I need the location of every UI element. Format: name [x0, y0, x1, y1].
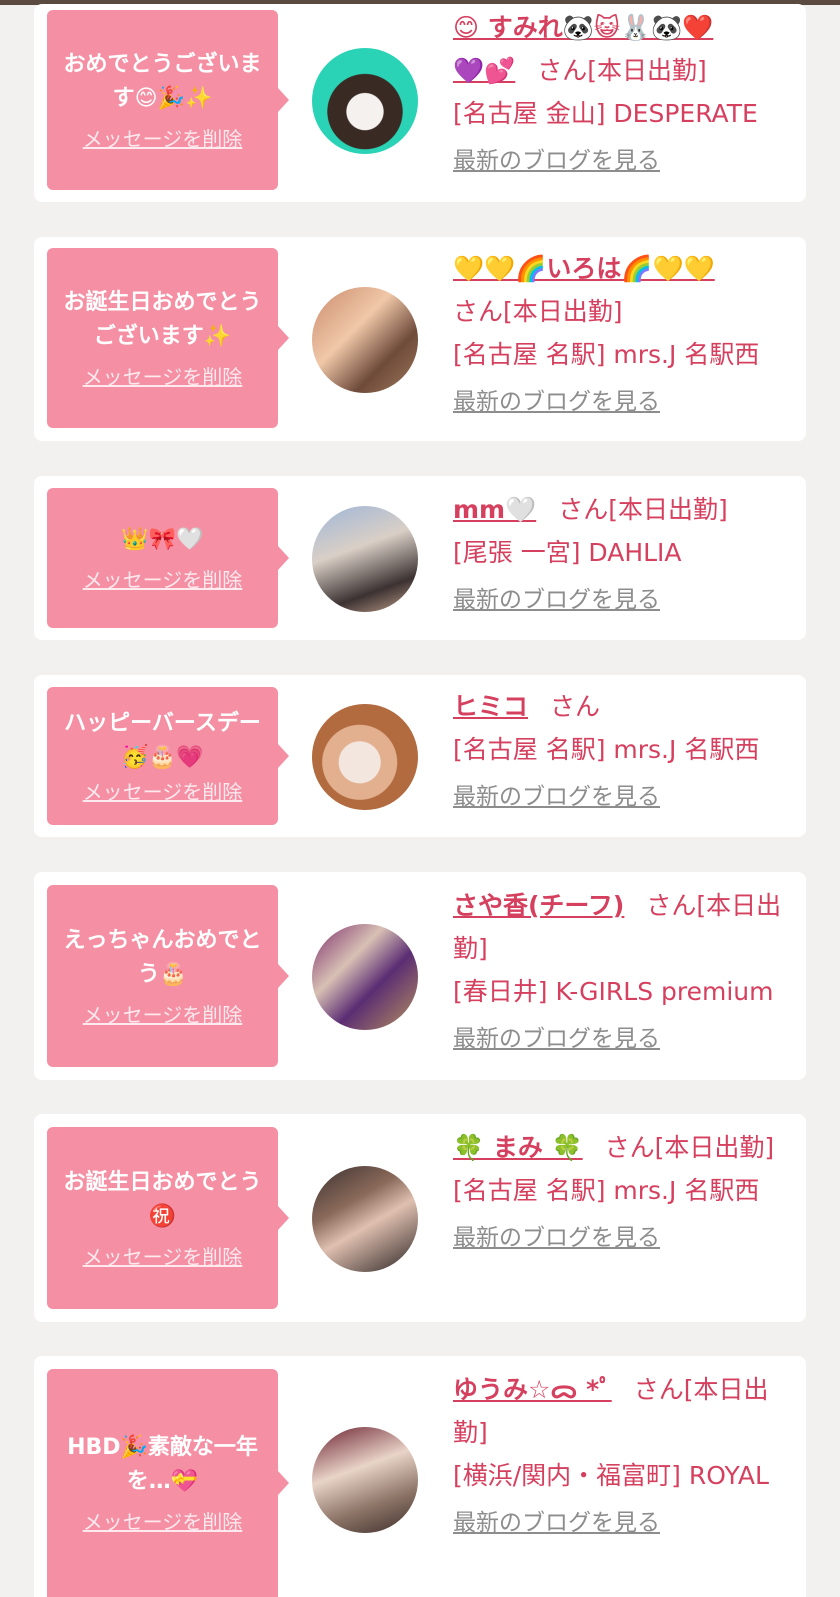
profile-name-link[interactable]: 💛💛🌈いろは🌈💛💛 [453, 254, 715, 283]
shop-text: [尾張 一宮] DAHLIA [453, 538, 682, 567]
profile-name-link[interactable]: 😊 すみれ🐼😺🐰🐼❤️ [453, 13, 713, 42]
message-card: えっちゃんおめでとう🎂 メッセージを削除 さや香(チーフ) さん[本日出勤] [春… [34, 872, 806, 1080]
message-bubble: 👑🎀🤍 メッセージを削除 [47, 488, 289, 628]
avatar[interactable] [312, 704, 418, 810]
message-card: 👑🎀🤍 メッセージを削除 mm🤍 さん[本日出勤] [尾張 一宮] DAHLIA … [34, 476, 806, 640]
shop-text: [名古屋 金山] DESPERATE [453, 99, 758, 128]
latest-blog-link[interactable]: 最新のブログを見る [453, 580, 660, 620]
message-bubble: お誕生日おめでとう㊗️ メッセージを削除 [47, 1127, 289, 1309]
message-bubble: おめでとうございます😊🎉✨ メッセージを削除 [47, 10, 289, 190]
delete-message-link[interactable]: メッセージを削除 [83, 779, 243, 805]
message-text: 👑🎀🤍 [121, 527, 204, 552]
profile-name-link[interactable]: 🍀 まみ 🍀 [453, 1133, 583, 1162]
shop-text: [名古屋 名駅] mrs.J 名駅西 [453, 340, 760, 369]
latest-blog-link[interactable]: 最新のブログを見る [453, 382, 660, 422]
delete-message-link[interactable]: メッセージを削除 [83, 364, 243, 390]
delete-message-link[interactable]: メッセージを削除 [83, 1509, 243, 1535]
message-text: おめでとうございます😊🎉✨ [63, 52, 262, 111]
status-text: さん[本日出勤] [558, 495, 728, 524]
message-bubble: ハッピーバースデー🥳🎂💗 メッセージを削除 [47, 687, 289, 825]
avatar[interactable] [312, 1427, 418, 1533]
status-text: さん[本日出勤] [453, 297, 623, 326]
message-text: お誕生日おめでとう㊗️ [63, 1170, 262, 1229]
message-bubble: えっちゃんおめでとう🎂 メッセージを削除 [47, 885, 289, 1067]
avatar[interactable] [312, 287, 418, 393]
avatar[interactable] [312, 1166, 418, 1272]
profile-name-link[interactable]: mm🤍 [453, 495, 536, 524]
latest-blog-link[interactable]: 最新のブログを見る [453, 1218, 660, 1258]
latest-blog-link[interactable]: 最新のブログを見る [453, 777, 660, 817]
profile-name-link[interactable]: ゆうみ☆ᯅ *ﾟ [453, 1375, 612, 1404]
profile-name-link[interactable]: さや香(チーフ) [453, 891, 624, 920]
message-card: HBD🎉素敵な一年を…💝 メッセージを削除 ゆうみ☆ᯅ *ﾟ さん[本日出勤] [… [34, 1356, 806, 1597]
message-bubble: お誕生日おめでとうございます✨ メッセージを削除 [47, 248, 289, 428]
message-card: ハッピーバースデー🥳🎂💗 メッセージを削除 ヒミコ さん [名古屋 名駅] mrs… [34, 675, 806, 837]
delete-message-link[interactable]: メッセージを削除 [83, 1002, 243, 1028]
message-bubble: HBD🎉素敵な一年を…💝 メッセージを削除 [47, 1369, 289, 1597]
shop-text: [名古屋 名駅] mrs.J 名駅西 [453, 735, 760, 764]
avatar[interactable] [312, 506, 418, 612]
status-text: さん[本日出勤] [604, 1133, 775, 1162]
message-text: ハッピーバースデー🥳🎂💗 [64, 711, 261, 770]
status-text: さん[本日出勤] [537, 56, 707, 85]
avatar[interactable] [312, 48, 418, 154]
message-text: お誕生日おめでとうございます✨ [63, 290, 262, 349]
message-card: おめでとうございます😊🎉✨ メッセージを削除 😊 すみれ🐼😺🐰🐼❤️ 💜💕 さん[… [34, 4, 806, 202]
latest-blog-link[interactable]: 最新のブログを見る [453, 1019, 660, 1059]
shop-text: [横浜/関内・福富町] ROYAL [453, 1461, 769, 1490]
status-text: さん [550, 692, 601, 721]
profile-name-link[interactable]: ヒミコ [453, 692, 528, 721]
avatar[interactable] [312, 924, 418, 1030]
latest-blog-link[interactable]: 最新のブログを見る [453, 141, 660, 181]
delete-message-link[interactable]: メッセージを削除 [83, 1244, 243, 1270]
message-text: HBD🎉素敵な一年を…💝 [67, 1435, 258, 1494]
latest-blog-link[interactable]: 最新のブログを見る [453, 1503, 660, 1543]
profile-name-link-cont[interactable]: 💜💕 [453, 56, 515, 85]
delete-message-link[interactable]: メッセージを削除 [83, 567, 243, 593]
shop-text: [名古屋 名駅] mrs.J 名駅西 [453, 1176, 760, 1205]
message-card: お誕生日おめでとう㊗️ メッセージを削除 🍀 まみ 🍀 さん[本日出勤] [名古屋… [34, 1114, 806, 1322]
delete-message-link[interactable]: メッセージを削除 [83, 126, 243, 152]
shop-text: [春日井] K-GIRLS premium [453, 977, 774, 1006]
message-card: お誕生日おめでとうございます✨ メッセージを削除 💛💛🌈いろは🌈💛💛 さん[本日… [34, 237, 806, 441]
message-text: えっちゃんおめでとう🎂 [63, 928, 262, 987]
